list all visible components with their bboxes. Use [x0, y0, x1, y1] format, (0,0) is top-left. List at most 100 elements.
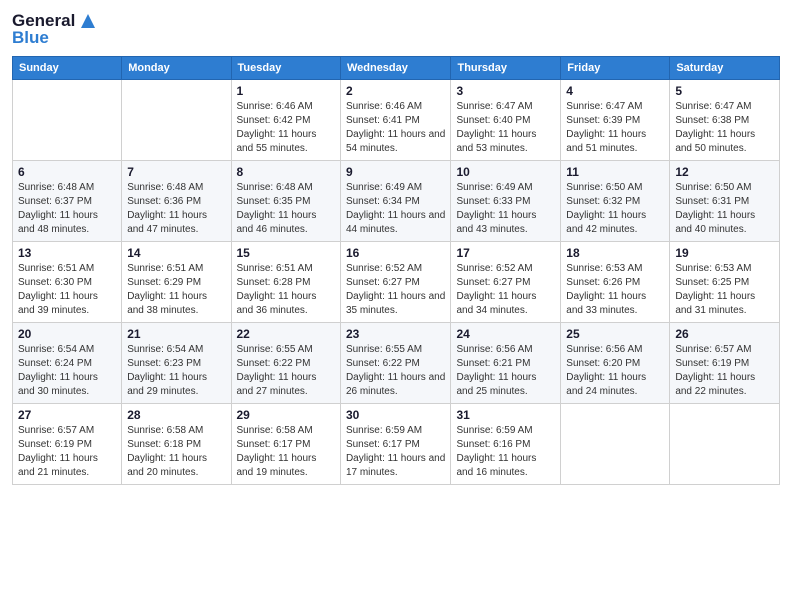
- day-info: Sunrise: 6:48 AM Sunset: 6:35 PM Dayligh…: [237, 181, 335, 237]
- day-cell: 17 Sunrise: 6:52 AM Sunset: 6:27 PM Dayli…: [451, 242, 561, 323]
- day-info: Sunrise: 6:55 AM Sunset: 6:22 PM Dayligh…: [346, 343, 446, 399]
- day-info: Sunrise: 6:59 AM Sunset: 6:16 PM Dayligh…: [456, 424, 555, 480]
- day-info: Sunrise: 6:58 AM Sunset: 6:17 PM Dayligh…: [237, 424, 335, 480]
- day-info: Sunrise: 6:47 AM Sunset: 6:39 PM Dayligh…: [566, 100, 664, 156]
- day-cell: 12 Sunrise: 6:50 AM Sunset: 6:31 PM Dayli…: [670, 161, 780, 242]
- day-info: Sunrise: 6:57 AM Sunset: 6:19 PM Dayligh…: [18, 424, 116, 480]
- day-info: Sunrise: 6:52 AM Sunset: 6:27 PM Dayligh…: [346, 262, 446, 318]
- day-info: Sunrise: 6:51 AM Sunset: 6:29 PM Dayligh…: [127, 262, 225, 318]
- weekday-header-saturday: Saturday: [670, 57, 780, 80]
- day-cell: 6 Sunrise: 6:48 AM Sunset: 6:37 PM Daylig…: [13, 161, 122, 242]
- day-cell: 19Sunrise: 6:53 AM Sunset: 6:25 PM Dayli…: [670, 242, 780, 323]
- day-cell: 23 Sunrise: 6:55 AM Sunset: 6:22 PM Dayli…: [340, 323, 451, 404]
- day-info: Sunrise: 6:49 AM Sunset: 6:33 PM Dayligh…: [456, 181, 555, 237]
- day-cell: 31 Sunrise: 6:59 AM Sunset: 6:16 PM Dayli…: [451, 404, 561, 485]
- day-cell: 5 Sunrise: 6:47 AM Sunset: 6:38 PM Daylig…: [670, 80, 780, 161]
- day-info: Sunrise: 6:58 AM Sunset: 6:18 PM Dayligh…: [127, 424, 225, 480]
- day-number: 12: [675, 165, 774, 179]
- day-cell: 15Sunrise: 6:51 AM Sunset: 6:28 PM Dayli…: [231, 242, 340, 323]
- week-row-3: 13 Sunrise: 6:51 AM Sunset: 6:30 PM Dayli…: [13, 242, 780, 323]
- logo: General Blue: [12, 10, 99, 48]
- day-cell: 14 Sunrise: 6:51 AM Sunset: 6:29 PM Dayli…: [122, 242, 231, 323]
- day-info: Sunrise: 6:54 AM Sunset: 6:23 PM Dayligh…: [127, 343, 225, 399]
- day-number: 6: [18, 165, 116, 179]
- day-number: 10: [456, 165, 555, 179]
- week-row-4: 20Sunrise: 6:54 AM Sunset: 6:24 PM Dayli…: [13, 323, 780, 404]
- day-cell: 30Sunrise: 6:59 AM Sunset: 6:17 PM Dayli…: [340, 404, 451, 485]
- day-info: Sunrise: 6:46 AM Sunset: 6:42 PM Dayligh…: [237, 100, 335, 156]
- day-cell: [670, 404, 780, 485]
- weekday-header-sunday: Sunday: [13, 57, 122, 80]
- day-cell: 25 Sunrise: 6:56 AM Sunset: 6:20 PM Dayli…: [561, 323, 670, 404]
- day-number: 16: [346, 246, 446, 260]
- day-number: 27: [18, 408, 116, 422]
- weekday-header-row: SundayMondayTuesdayWednesdayThursdayFrid…: [13, 57, 780, 80]
- day-number: 18: [566, 246, 664, 260]
- day-number: 23: [346, 327, 446, 341]
- day-number: 28: [127, 408, 225, 422]
- day-info: Sunrise: 6:55 AM Sunset: 6:22 PM Dayligh…: [237, 343, 335, 399]
- day-info: Sunrise: 6:52 AM Sunset: 6:27 PM Dayligh…: [456, 262, 555, 318]
- weekday-header-monday: Monday: [122, 57, 231, 80]
- day-number: 2: [346, 84, 446, 98]
- day-number: 19: [675, 246, 774, 260]
- day-number: 26: [675, 327, 774, 341]
- day-cell: [122, 80, 231, 161]
- day-number: 13: [18, 246, 116, 260]
- day-info: Sunrise: 6:56 AM Sunset: 6:21 PM Dayligh…: [456, 343, 555, 399]
- day-info: Sunrise: 6:48 AM Sunset: 6:37 PM Dayligh…: [18, 181, 116, 237]
- day-number: 25: [566, 327, 664, 341]
- weekday-header-wednesday: Wednesday: [340, 57, 451, 80]
- weekday-header-thursday: Thursday: [451, 57, 561, 80]
- day-cell: 28 Sunrise: 6:58 AM Sunset: 6:18 PM Dayli…: [122, 404, 231, 485]
- day-number: 7: [127, 165, 225, 179]
- day-info: Sunrise: 6:46 AM Sunset: 6:41 PM Dayligh…: [346, 100, 446, 156]
- day-cell: 22 Sunrise: 6:55 AM Sunset: 6:22 PM Dayli…: [231, 323, 340, 404]
- day-number: 30: [346, 408, 446, 422]
- day-cell: [13, 80, 122, 161]
- day-info: Sunrise: 6:51 AM Sunset: 6:30 PM Dayligh…: [18, 262, 116, 318]
- day-cell: 3 Sunrise: 6:47 AM Sunset: 6:40 PM Daylig…: [451, 80, 561, 161]
- day-number: 1: [237, 84, 335, 98]
- day-number: 5: [675, 84, 774, 98]
- day-number: 31: [456, 408, 555, 422]
- logo-blue: Blue: [12, 28, 49, 47]
- day-info: Sunrise: 6:56 AM Sunset: 6:20 PM Dayligh…: [566, 343, 664, 399]
- day-info: Sunrise: 6:50 AM Sunset: 6:31 PM Dayligh…: [675, 181, 774, 237]
- day-info: Sunrise: 6:54 AM Sunset: 6:24 PM Dayligh…: [18, 343, 116, 399]
- week-row-5: 27 Sunrise: 6:57 AM Sunset: 6:19 PM Dayli…: [13, 404, 780, 485]
- day-cell: [561, 404, 670, 485]
- day-cell: 11Sunrise: 6:50 AM Sunset: 6:32 PM Dayli…: [561, 161, 670, 242]
- week-row-1: 1 Sunrise: 6:46 AM Sunset: 6:42 PM Daylig…: [13, 80, 780, 161]
- day-cell: 29 Sunrise: 6:58 AM Sunset: 6:17 PM Dayli…: [231, 404, 340, 485]
- day-cell: 1 Sunrise: 6:46 AM Sunset: 6:42 PM Daylig…: [231, 80, 340, 161]
- day-number: 3: [456, 84, 555, 98]
- day-info: Sunrise: 6:47 AM Sunset: 6:38 PM Dayligh…: [675, 100, 774, 156]
- day-number: 4: [566, 84, 664, 98]
- day-cell: 7 Sunrise: 6:48 AM Sunset: 6:36 PM Daylig…: [122, 161, 231, 242]
- logo-icon: [77, 10, 99, 32]
- day-cell: 26Sunrise: 6:57 AM Sunset: 6:19 PM Dayli…: [670, 323, 780, 404]
- day-number: 22: [237, 327, 335, 341]
- week-row-2: 6 Sunrise: 6:48 AM Sunset: 6:37 PM Daylig…: [13, 161, 780, 242]
- logo-branding: General Blue: [12, 10, 99, 48]
- day-number: 29: [237, 408, 335, 422]
- day-info: Sunrise: 6:47 AM Sunset: 6:40 PM Dayligh…: [456, 100, 555, 156]
- day-info: Sunrise: 6:53 AM Sunset: 6:26 PM Dayligh…: [566, 262, 664, 318]
- day-number: 15: [237, 246, 335, 260]
- day-number: 14: [127, 246, 225, 260]
- header: General Blue: [12, 10, 780, 48]
- calendar-container: General Blue SundayMondayTuesdayWednesda…: [0, 0, 792, 612]
- day-cell: 13 Sunrise: 6:51 AM Sunset: 6:30 PM Dayli…: [13, 242, 122, 323]
- day-number: 17: [456, 246, 555, 260]
- weekday-header-tuesday: Tuesday: [231, 57, 340, 80]
- day-number: 11: [566, 165, 664, 179]
- day-cell: 10 Sunrise: 6:49 AM Sunset: 6:33 PM Dayli…: [451, 161, 561, 242]
- day-info: Sunrise: 6:49 AM Sunset: 6:34 PM Dayligh…: [346, 181, 446, 237]
- day-cell: 21 Sunrise: 6:54 AM Sunset: 6:23 PM Dayli…: [122, 323, 231, 404]
- day-info: Sunrise: 6:48 AM Sunset: 6:36 PM Dayligh…: [127, 181, 225, 237]
- day-cell: 27 Sunrise: 6:57 AM Sunset: 6:19 PM Dayli…: [13, 404, 122, 485]
- day-number: 21: [127, 327, 225, 341]
- day-cell: 2 Sunrise: 6:46 AM Sunset: 6:41 PM Daylig…: [340, 80, 451, 161]
- day-number: 9: [346, 165, 446, 179]
